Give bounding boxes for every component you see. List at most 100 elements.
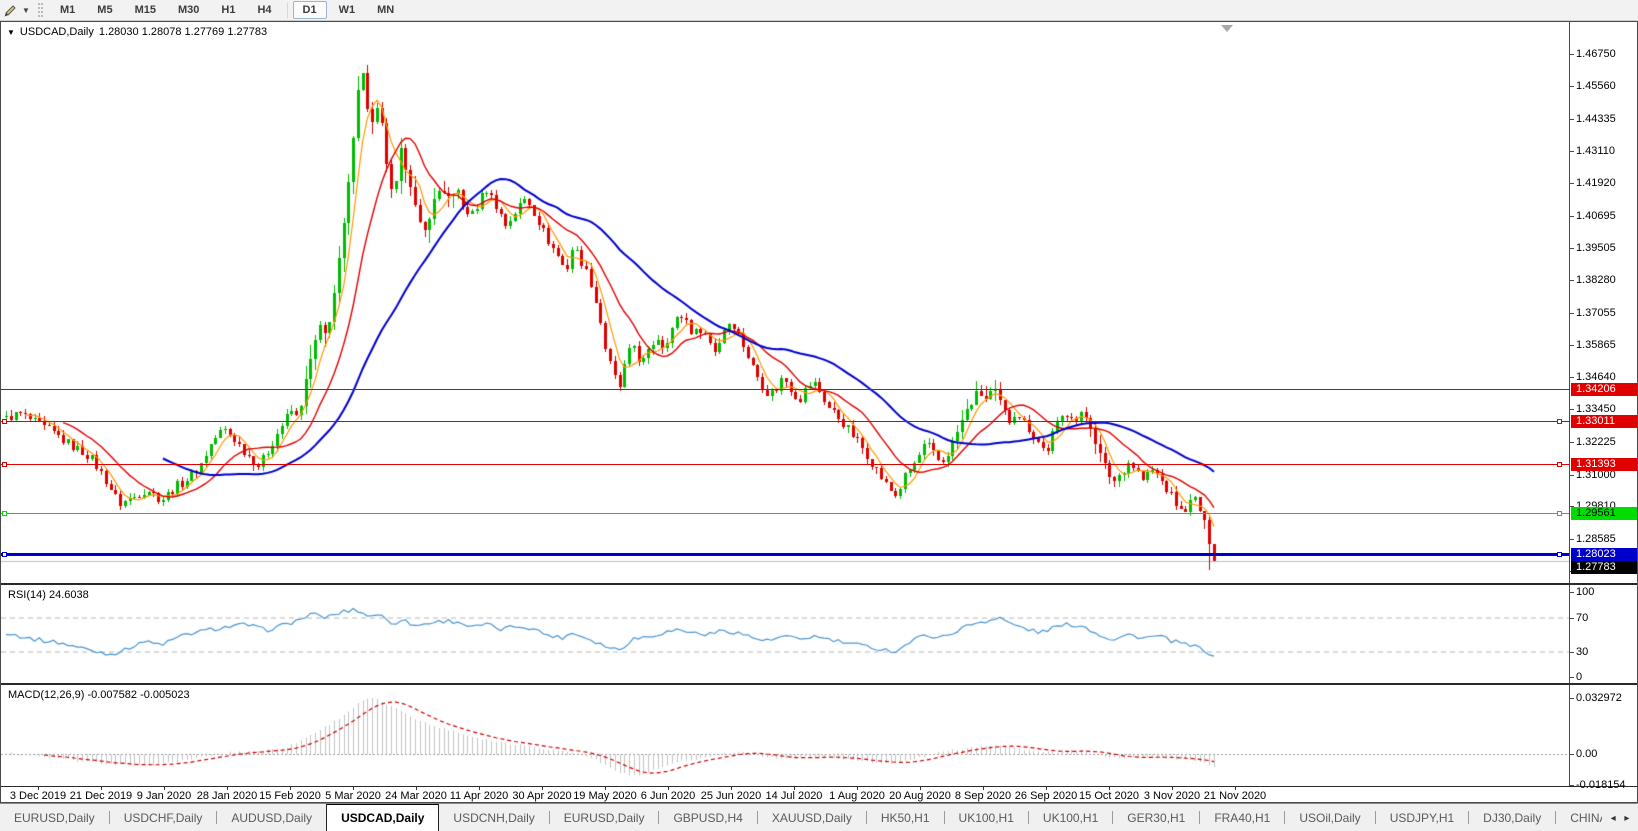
macd-scale-label: 0.032972: [1576, 692, 1634, 704]
rsi-scale-label: 70: [1576, 612, 1634, 624]
chart-tab-hk50-h1[interactable]: HK50,H1: [867, 804, 944, 831]
chart-quote-values: 1.28030 1.28078 1.27769 1.27783: [99, 26, 267, 38]
pane-separator[interactable]: [1, 583, 1637, 585]
timeframe-button-mn[interactable]: MN: [367, 1, 404, 19]
price-axis-tick: [1570, 54, 1574, 55]
macd-scale-tick: [1570, 698, 1574, 699]
horizontal-line-1.33011[interactable]: [1, 421, 1569, 422]
line-handle[interactable]: [2, 552, 7, 557]
timeframe-button-h4[interactable]: H4: [247, 1, 281, 19]
price-axis-tick: [1570, 442, 1574, 443]
toolbar-grip-handle[interactable]: [38, 3, 43, 17]
macd-scale-label: -0.018154: [1576, 779, 1634, 791]
macd-scale-label: 0.00: [1576, 748, 1634, 760]
price-axis-label: 1.45560: [1576, 80, 1634, 92]
rsi-scale-label: 100: [1576, 586, 1634, 598]
draw-tool-icon[interactable]: [0, 2, 20, 19]
pane-separator[interactable]: [1, 683, 1637, 685]
price-axis-label: 1.33450: [1576, 403, 1634, 415]
macd-pane: MACD(12,26,9) -0.007582 -0.005023: [1, 687, 1569, 786]
tab-scroll-arrows: ◂ ▸: [1602, 805, 1638, 831]
timeframe-button-m15[interactable]: M15: [125, 1, 166, 19]
line-handle[interactable]: [1557, 511, 1562, 516]
chart-tab-usdcnh-daily[interactable]: USDCNH,Daily: [439, 804, 548, 831]
price-axis-label: 1.32225: [1576, 436, 1634, 448]
chart-tab-xauusd-daily[interactable]: XAUUSD,Daily: [758, 804, 866, 831]
chart-tab-usoil-daily[interactable]: USOil,Daily: [1285, 804, 1374, 831]
price-axis-tick: [1570, 86, 1574, 87]
line-handle[interactable]: [2, 511, 7, 516]
date-axis: 3 Dec 201921 Dec 20199 Jan 202028 Jan 20…: [1, 786, 1637, 802]
price-axis-label: 1.40695: [1576, 210, 1634, 222]
rsi-scale-tick: [1570, 592, 1574, 593]
price-scale-divider: [1569, 22, 1570, 802]
chart-title-caret-icon[interactable]: ▼: [7, 28, 15, 37]
chart-tab-usdjpy-h1[interactable]: USDJPY,H1: [1376, 804, 1468, 831]
rsi-scale-tick: [1570, 618, 1574, 619]
chart-tab-usdcad-daily[interactable]: USDCAD,Daily: [326, 803, 439, 831]
price-tag-1.34206: 1.34206: [1571, 383, 1637, 396]
chart-tab-gbpusd-h4[interactable]: GBPUSD,H4: [659, 804, 756, 831]
timeframe-button-m1[interactable]: M1: [50, 1, 85, 19]
top-toolbar: ▼ M1M5M15M30H1H4 D1W1MN: [0, 0, 1638, 21]
chart-tab-eurusd-daily[interactable]: EURUSD,Daily: [550, 804, 659, 831]
horizontal-line-1.34206[interactable]: [1, 389, 1569, 390]
chart-shift-marker[interactable]: [1221, 25, 1233, 32]
timeframe-button-w1[interactable]: W1: [329, 1, 366, 19]
line-handle[interactable]: [1557, 419, 1562, 424]
chart-window: ▼ USDCAD,Daily 1.28030 1.28078 1.27769 1…: [0, 21, 1638, 803]
chart-tab-usdchf-daily[interactable]: USDCHF,Daily: [110, 804, 217, 831]
price-axis-label: 1.41920: [1576, 177, 1634, 189]
timeframe-button-h1[interactable]: H1: [211, 1, 245, 19]
chart-symbol-label: USDCAD,Daily: [20, 26, 94, 38]
price-tag-1.33011: 1.33011: [1571, 415, 1637, 428]
chart-title: ▼ USDCAD,Daily 1.28030 1.28078 1.27769 1…: [7, 26, 267, 38]
chart-tab-audusd-daily[interactable]: AUDUSD,Daily: [217, 804, 326, 831]
line-handle[interactable]: [2, 462, 7, 467]
price-axis-tick: [1570, 345, 1574, 346]
price-chart-canvas[interactable]: [1, 22, 1569, 583]
price-axis-label: 1.43110: [1576, 145, 1634, 157]
price-axis-tick: [1570, 119, 1574, 120]
price-axis-tick: [1570, 475, 1574, 476]
chart-tab-fra40-h1[interactable]: FRA40,H1: [1200, 804, 1284, 831]
rsi-scale-tick: [1570, 652, 1574, 653]
chart-tab-ger30-h1[interactable]: GER30,H1: [1113, 804, 1199, 831]
rsi-scale-label: 30: [1576, 646, 1634, 658]
tab-scroll-right-icon[interactable]: ▸: [1624, 813, 1629, 824]
price-axis-tick: [1570, 377, 1574, 378]
price-axis-tick: [1570, 216, 1574, 217]
timeframe-button-d1[interactable]: D1: [293, 1, 327, 19]
horizontal-line-1.31393[interactable]: [1, 464, 1569, 465]
chart-tab-uk100-h1[interactable]: UK100,H1: [945, 804, 1028, 831]
price-axis-label: 1.37055: [1576, 307, 1634, 319]
price-axis-tick: [1570, 183, 1574, 184]
draw-tool-dropdown-icon[interactable]: ▼: [20, 6, 32, 15]
timeframe-button-m5[interactable]: M5: [87, 1, 122, 19]
rsi-scale-label: 0: [1576, 671, 1634, 683]
chart-tab-uk100-h1[interactable]: UK100,H1: [1029, 804, 1112, 831]
date-label: 21 Nov 2020: [1197, 790, 1273, 802]
chart-tab-eurusd-daily[interactable]: EURUSD,Daily: [0, 804, 109, 831]
horizontal-line-1.29561[interactable]: [1, 513, 1569, 514]
macd-canvas[interactable]: [1, 687, 1569, 786]
price-axis-tick: [1570, 248, 1574, 249]
price-axis-tick: [1570, 409, 1574, 410]
price-axis-label: 1.44335: [1576, 113, 1634, 125]
rsi-canvas[interactable]: [1, 587, 1569, 683]
timeframe-toolbar: M1M5M15M30H1H4 D1W1MN: [49, 1, 405, 19]
chart-tab-dj30-daily[interactable]: DJ30,Daily: [1469, 804, 1555, 831]
rsi-label: RSI(14) 24.6038: [8, 589, 89, 601]
tab-scroll-left-icon[interactable]: ◂: [1611, 813, 1616, 824]
price-tag-1.29561: 1.29561: [1571, 507, 1637, 520]
price-axis-label: 1.34640: [1576, 371, 1634, 383]
horizontal-line-1.28023[interactable]: [1, 553, 1569, 556]
price-axis-label: 1.28585: [1576, 533, 1634, 545]
chart-tab-bar: EURUSD,DailyUSDCHF,DailyAUDUSD,DailyUSDC…: [0, 803, 1638, 831]
line-handle[interactable]: [2, 419, 7, 424]
price-axis-label: 1.39505: [1576, 242, 1634, 254]
price-axis-tick: [1570, 151, 1574, 152]
timeframe-button-m30[interactable]: M30: [168, 1, 209, 19]
line-handle[interactable]: [1557, 462, 1562, 467]
line-handle[interactable]: [1557, 552, 1562, 557]
